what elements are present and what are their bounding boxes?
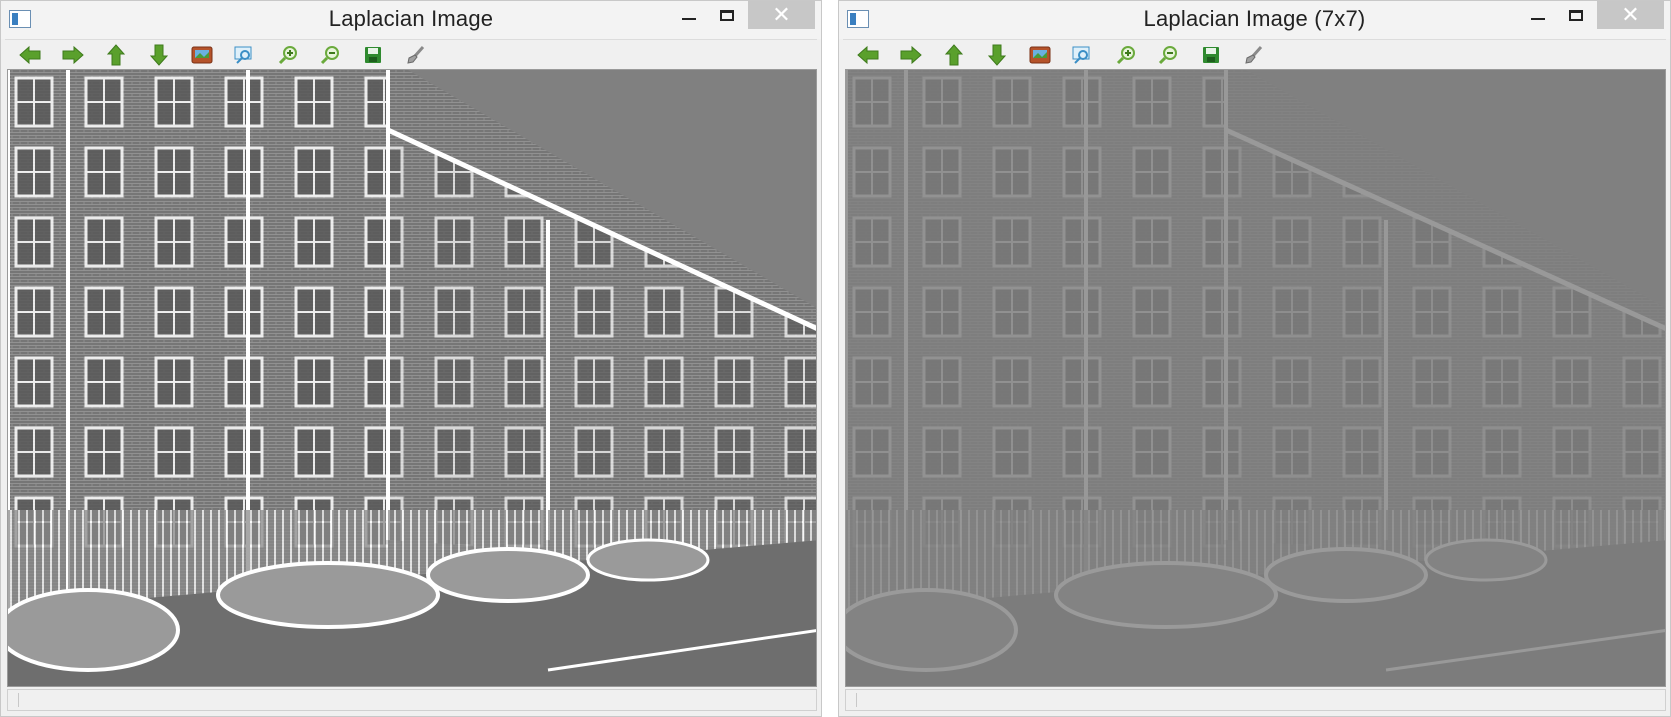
close-button[interactable]: ✕	[1597, 1, 1664, 29]
pan-right-button[interactable]	[60, 43, 86, 67]
pan-up-button[interactable]	[941, 43, 967, 67]
pan-down-icon	[987, 44, 1007, 66]
properties-button[interactable]	[403, 43, 429, 67]
pan-left-icon	[19, 45, 41, 65]
zoom-in-icon	[1116, 46, 1135, 65]
zoom-to-fit-icon	[191, 46, 213, 64]
toolbar	[5, 39, 817, 70]
laplacian-image-view[interactable]	[7, 69, 817, 687]
status-bar	[845, 689, 1666, 711]
pan-right-icon	[900, 45, 922, 65]
zoom-out-icon	[320, 46, 339, 65]
minimize-icon	[682, 18, 696, 20]
close-button[interactable]: ✕	[748, 1, 815, 29]
minimize-icon	[1531, 18, 1545, 20]
zoom-out-button[interactable]	[1155, 43, 1181, 67]
pan-right-button[interactable]	[898, 43, 924, 67]
pan-down-button[interactable]	[984, 43, 1010, 67]
title-bar[interactable]: Laplacian Image (7x7) ✕	[839, 1, 1670, 39]
zoom-to-fit-button[interactable]	[1027, 43, 1053, 67]
pan-left-button[interactable]	[17, 43, 43, 67]
maximize-icon	[1569, 9, 1583, 21]
pan-down-icon	[149, 44, 169, 66]
zoom-in-icon	[278, 46, 297, 65]
laplacian-image-window: Laplacian Image ✕	[0, 0, 822, 717]
laplacian-image	[8, 70, 816, 686]
zoom-out-icon	[1158, 46, 1177, 65]
save-button[interactable]	[1198, 43, 1224, 67]
properties-brush-icon	[407, 46, 425, 64]
zoom-region-icon	[234, 46, 252, 64]
save-icon	[1203, 47, 1219, 63]
maximize-button[interactable]	[704, 1, 750, 29]
save-icon	[365, 47, 381, 63]
pan-up-icon	[944, 44, 964, 66]
laplacian-7x7-image	[846, 70, 1665, 686]
zoom-to-fit-icon	[1029, 46, 1051, 64]
laplacian-image-7x7-window: Laplacian Image (7x7) ✕	[838, 0, 1671, 717]
close-icon: ✕	[772, 2, 791, 27]
save-button[interactable]	[360, 43, 386, 67]
status-divider	[18, 693, 19, 707]
status-bar	[7, 689, 817, 711]
title-bar[interactable]: Laplacian Image ✕	[1, 1, 821, 39]
close-icon: ✕	[1621, 2, 1640, 27]
laplacian-7x7-image-view[interactable]	[845, 69, 1666, 687]
zoom-in-button[interactable]	[275, 43, 301, 67]
status-divider	[856, 693, 857, 707]
properties-brush-icon	[1245, 46, 1263, 64]
maximize-button[interactable]	[1553, 1, 1599, 29]
maximize-icon	[720, 9, 734, 21]
pan-up-button[interactable]	[103, 43, 129, 67]
zoom-to-fit-button[interactable]	[189, 43, 215, 67]
pan-left-icon	[857, 45, 879, 65]
zoom-region-button[interactable]	[232, 43, 258, 67]
toolbar	[843, 39, 1666, 70]
pan-left-button[interactable]	[855, 43, 881, 67]
pan-up-icon	[106, 44, 126, 66]
properties-button[interactable]	[1241, 43, 1267, 67]
zoom-out-button[interactable]	[317, 43, 343, 67]
pan-right-icon	[62, 45, 84, 65]
zoom-in-button[interactable]	[1113, 43, 1139, 67]
zoom-region-button[interactable]	[1070, 43, 1096, 67]
zoom-region-icon	[1072, 46, 1090, 64]
pan-down-button[interactable]	[146, 43, 172, 67]
